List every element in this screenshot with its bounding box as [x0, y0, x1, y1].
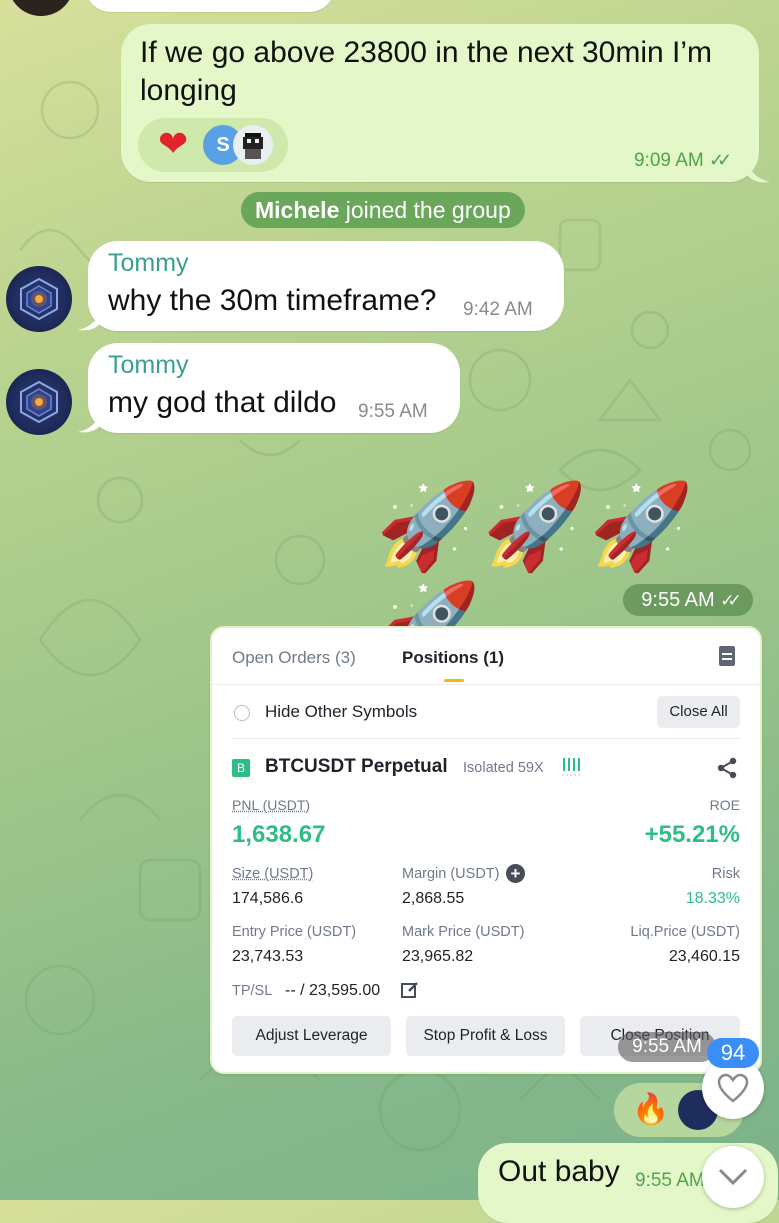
liq-price-label: Liq.Price (USDT) [630, 924, 740, 940]
image-message-trading-screenshot[interactable]: Open Orders (3) Positions (1) Hide Other… [210, 626, 762, 1074]
read-checks-icon: ✓✓ [709, 150, 725, 170]
fire-icon: 🔥 [632, 1092, 669, 1128]
message-time: 9:55 AM [635, 1170, 705, 1192]
entry-price-value: 23,743.53 [232, 948, 303, 966]
avatar-tommy[interactable] [6, 369, 72, 435]
user-avatar-pixel [233, 125, 273, 165]
tab-open-orders[interactable]: Open Orders (3) [232, 648, 356, 668]
message-bubble-incoming[interactable]: Tommy why the 30m timeframe? 9:42 AM [88, 241, 564, 331]
heart-icon: ❤ [158, 124, 188, 164]
sender-name[interactable]: Tommy [108, 249, 189, 278]
message-text: If we go above 23800 in the next 30min I… [140, 34, 740, 110]
message-time: 9:42 AM [463, 299, 533, 321]
unread-count-badge: 94 [707, 1038, 759, 1068]
edit-icon[interactable] [401, 981, 419, 999]
time-text: 9:09 AM [634, 150, 704, 171]
message-bubble-outgoing[interactable]: If we go above 23800 in the next 30min I… [121, 24, 759, 182]
avatar-partial-top[interactable] [8, 0, 74, 16]
margin-mode: Isolated 59X [463, 760, 544, 776]
pnl-value: 1,638.67 [232, 821, 325, 849]
mark-price-value: 23,965.82 [402, 948, 473, 966]
roe-label: ROE [710, 797, 740, 813]
message-bubble-incoming[interactable]: Tommy my god that dildo 9:55 AM [88, 343, 460, 433]
roe-value: +55.21% [645, 821, 740, 849]
message-text: why the 30m timeframe? [108, 282, 436, 320]
cube-logo-icon [16, 379, 62, 425]
cube-logo-icon [16, 276, 62, 322]
share-icon[interactable] [716, 757, 738, 779]
tab-positions[interactable]: Positions (1) [402, 648, 504, 668]
service-message-joined: Michele joined the group [241, 192, 525, 228]
message-bubble-partial-top [85, 0, 335, 12]
hide-symbols-radio[interactable] [234, 705, 250, 721]
read-checks-icon: ✓✓ [720, 591, 735, 610]
liq-price-value: 23,460.15 [669, 948, 740, 966]
divider [212, 684, 760, 685]
message-time-pill: 9:55 AM ✓✓ [623, 584, 753, 616]
chevron-down-icon [718, 1168, 748, 1186]
entry-price-label: Entry Price (USDT) [232, 924, 356, 940]
bubble-tail-icon [748, 162, 770, 184]
symbol-badge: B [232, 759, 250, 777]
margin-value: 2,868.55 [402, 890, 464, 908]
risk-label: Risk [712, 866, 740, 882]
bubble-tail-icon [78, 412, 100, 434]
pnl-label: PNL (USDT) [232, 797, 310, 813]
message-time-pill: 9:55 AM [618, 1032, 716, 1062]
time-text: 9:55 AM [641, 589, 714, 611]
active-tab-indicator [444, 679, 464, 682]
message-text: Out baby [498, 1153, 620, 1191]
add-margin-icon[interactable]: + [506, 864, 525, 883]
symbol-name[interactable]: BTCUSDT Perpetual [265, 756, 448, 778]
tpsl-label: TP/SL [232, 983, 272, 999]
sender-name[interactable]: Tommy [108, 351, 189, 380]
document-icon[interactable] [719, 646, 735, 666]
divider [232, 738, 740, 739]
size-label: Size (USDT) [232, 866, 313, 882]
message-time: 9:09 AM ✓✓ [634, 150, 725, 172]
scroll-down-button[interactable] [702, 1146, 764, 1208]
reactions-bar[interactable]: ❤ S [138, 118, 288, 172]
message-text: my god that dildo [108, 384, 336, 422]
joined-action-text: joined the group [346, 197, 511, 223]
size-value: 174,586.6 [232, 890, 303, 908]
margin-label: Margin (USDT) [402, 866, 499, 882]
avatar-tommy[interactable] [6, 266, 72, 332]
tpsl-value: -- / 23,595.00 [285, 982, 380, 1000]
joined-user-name: Michele [255, 197, 339, 223]
close-all-button[interactable]: Close All [657, 696, 740, 728]
hide-symbols-label[interactable]: Hide Other Symbols [265, 702, 417, 722]
mark-price-label: Mark Price (USDT) [402, 924, 524, 940]
heart-outline-icon [717, 1073, 749, 1103]
stop-profit-loss-button[interactable]: Stop Profit & Loss [406, 1016, 565, 1056]
leverage-bars-icon [562, 756, 584, 778]
risk-value: 18.33% [686, 890, 740, 908]
bubble-tail-icon [78, 310, 100, 332]
adjust-leverage-button[interactable]: Adjust Leverage [232, 1016, 391, 1056]
message-time: 9:55 AM [358, 401, 428, 423]
